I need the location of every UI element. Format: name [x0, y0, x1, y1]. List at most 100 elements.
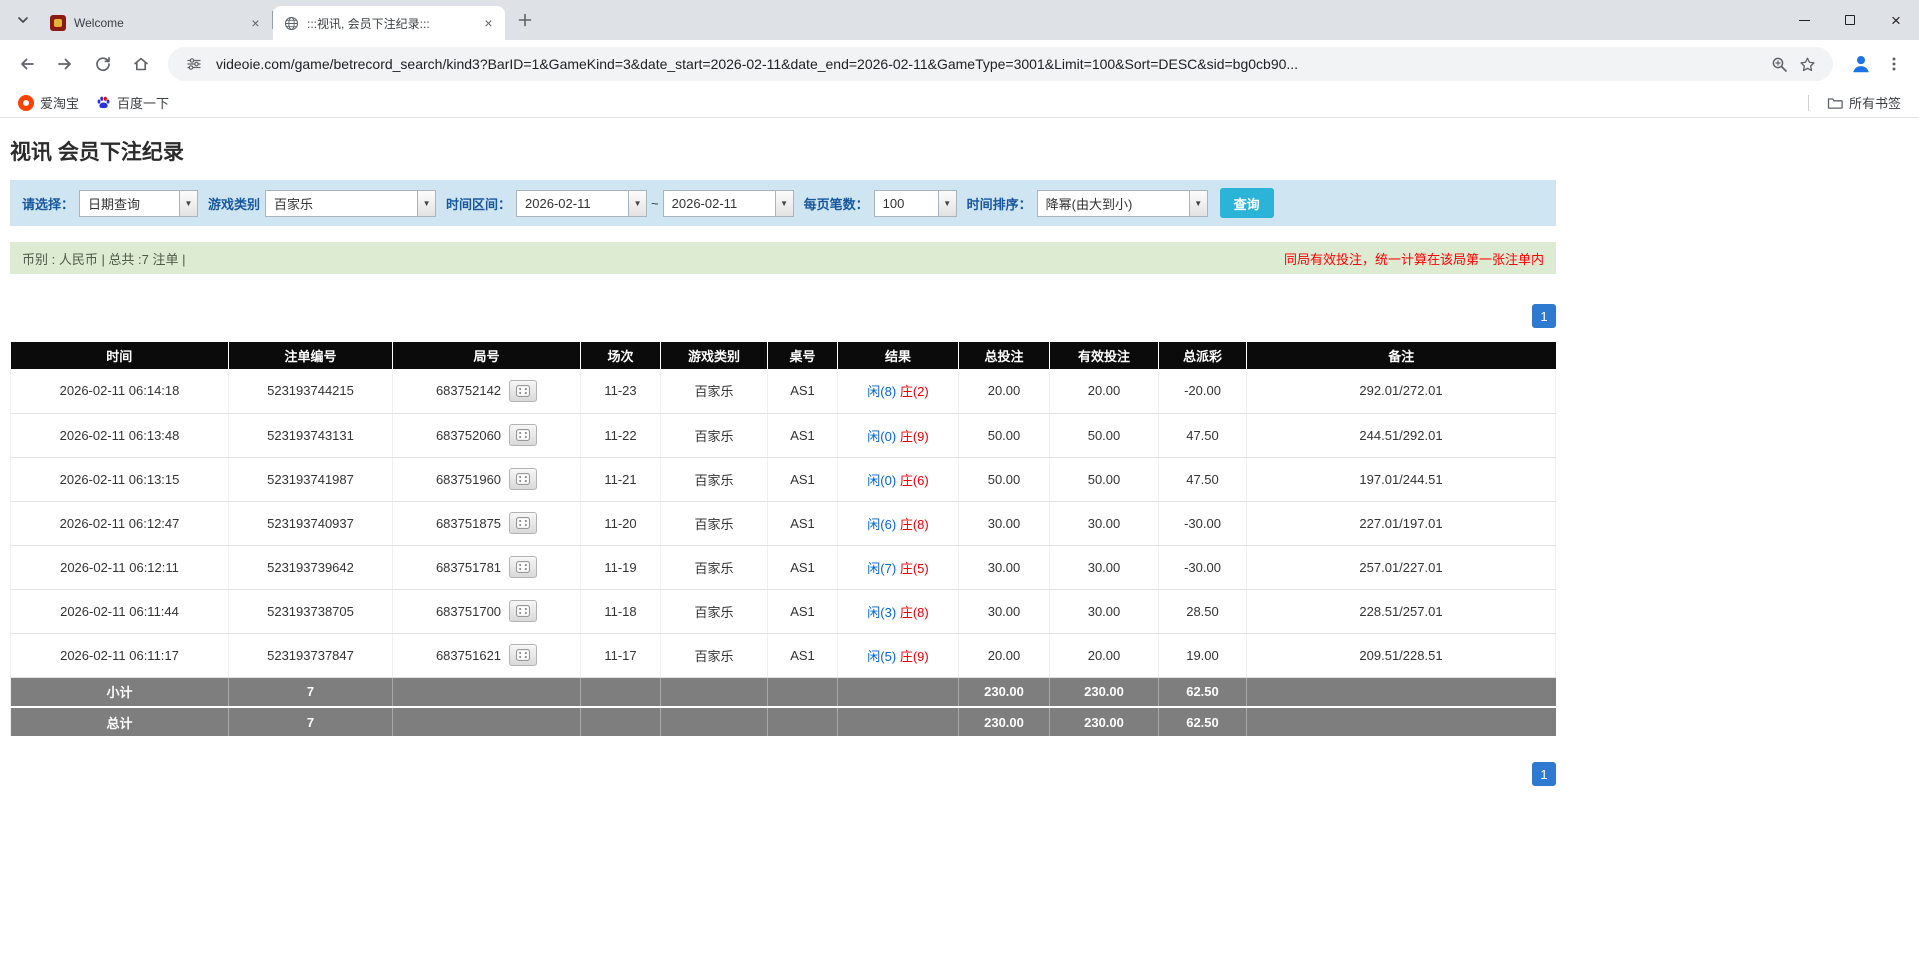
bet-records-table: 时间 注单编号 局号 场次 游戏类别 桌号 结果 总投注 有效投注 总派彩 备注… — [10, 342, 1556, 738]
round-detail-button[interactable] — [509, 512, 538, 534]
result-player: 闲(7) — [867, 560, 897, 576]
info-bar: 币别 : 人民币 | 总共 :7 注单 | 同局有效投注，统一计算在该局第一张注… — [10, 242, 1556, 274]
time-cell: 2026-02-11 06:11:17 — [10, 633, 229, 678]
chevron-down-icon[interactable]: ▼ — [1188, 189, 1208, 217]
tab-close-icon[interactable]: × — [247, 15, 264, 32]
round-cell: 683751781 — [392, 545, 581, 590]
sort-label: 时间排序： — [966, 196, 1032, 212]
result-cell: 闲(3) 庄(8) — [837, 589, 959, 634]
date-start-select[interactable]: 2026-02-11 ▼ — [516, 189, 648, 217]
bookmark-star-icon[interactable] — [1796, 53, 1818, 75]
round-detail-button[interactable] — [509, 424, 538, 446]
tab-betrecord[interactable]: :::视讯, 会员下注纪录::: × — [273, 6, 505, 40]
profile-avatar[interactable] — [1847, 50, 1875, 78]
tab-title: Welcome — [74, 16, 124, 30]
page-1-button[interactable]: 1 — [1532, 762, 1556, 786]
currency-summary: 币别 : 人民币 | 总共 :7 注单 | — [22, 251, 186, 267]
game-kind-value[interactable]: 百家乐 — [265, 189, 418, 217]
browser-menu-icon[interactable] — [1881, 51, 1907, 77]
bookmark-label: 百度一下 — [117, 96, 170, 111]
bet-id-cell: 523193738705 — [228, 589, 393, 634]
reload-icon[interactable] — [86, 47, 120, 81]
per-page-value[interactable]: 100 — [873, 189, 938, 217]
round-cell: 683751621 — [392, 633, 581, 678]
bookmark-taobao[interactable]: 爱淘宝 — [10, 90, 87, 115]
result-banker: 庄(8) — [899, 516, 929, 532]
page-1-button[interactable]: 1 — [1532, 304, 1556, 328]
per-page-select[interactable]: 100 ▼ — [873, 189, 957, 217]
chevron-down-icon[interactable]: ▼ — [628, 189, 648, 217]
time-cell: 2026-02-11 06:11:44 — [10, 589, 229, 634]
session-cell: 11-20 — [580, 501, 661, 546]
col-total-bet: 总投注 — [958, 342, 1050, 369]
sort-value[interactable]: 降幂(由大到小) — [1036, 189, 1189, 217]
valid-bet-notice: 同局有效投注，统一计算在该局第一张注单内 — [1283, 251, 1544, 267]
subtotal-row: 小计 7 230.00 230.00 62.50 — [10, 677, 1556, 708]
note-cell: 228.51/257.01 — [1246, 589, 1556, 634]
subtotal-count: 7 — [228, 677, 393, 708]
subtotal-valid-bet: 230.00 — [1049, 677, 1159, 708]
game-kind-cell: 百家乐 — [660, 589, 768, 634]
all-bookmarks-button[interactable]: 所有书签 — [1819, 90, 1909, 115]
page-content: 视讯 会员下注纪录 请选择： 日期查询 ▼ 游戏类别 百家乐 ▼ 时间区间： 2… — [0, 118, 1919, 786]
chevron-down-icon[interactable]: ▼ — [179, 189, 199, 217]
session-cell: 11-17 — [580, 633, 661, 678]
tab-title: :::视讯, 会员下注纪录::: — [307, 16, 430, 31]
game-kind-cell: 百家乐 — [660, 369, 768, 414]
total-bet-cell: 50.00 — [958, 457, 1050, 502]
url-text[interactable]: videoie.com/game/betrecord_search/kind3?… — [216, 56, 1757, 72]
chevron-down-icon[interactable]: ▼ — [417, 189, 437, 217]
home-icon[interactable] — [124, 47, 158, 81]
welcome-tab-favicon-icon — [50, 15, 66, 31]
empty-cell — [837, 677, 959, 708]
sort-select[interactable]: 降幂(由大到小) ▼ — [1036, 189, 1208, 217]
address-bar[interactable]: videoie.com/game/betrecord_search/kind3?… — [168, 47, 1833, 81]
valid-bet-cell: 30.00 — [1049, 501, 1159, 546]
table-cell: AS1 — [767, 633, 838, 678]
payout-cell: -30.00 — [1158, 501, 1247, 546]
tab-close-icon[interactable]: × — [480, 15, 497, 32]
date-range-label: 时间区间： — [446, 196, 512, 212]
game-kind-select[interactable]: 百家乐 ▼ — [265, 189, 437, 217]
bookmark-baidu[interactable]: 百度一下 — [87, 90, 177, 115]
zoom-icon[interactable] — [1768, 53, 1790, 75]
session-cell: 11-19 — [580, 545, 661, 590]
folder-icon — [1827, 95, 1843, 111]
session-cell: 11-21 — [580, 457, 661, 502]
table-cell: AS1 — [767, 545, 838, 590]
round-number: 683751700 — [435, 603, 502, 619]
round-number: 683751781 — [435, 559, 502, 575]
site-settings-icon[interactable] — [183, 53, 205, 75]
round-detail-button[interactable] — [509, 379, 538, 402]
round-detail-button[interactable] — [509, 600, 538, 622]
result-player: 闲(3) — [867, 604, 897, 620]
tab-search-chevron-icon[interactable] — [10, 7, 36, 33]
round-detail-button[interactable] — [509, 644, 538, 666]
globe-favicon-icon — [283, 15, 299, 31]
time-cell: 2026-02-11 06:13:15 — [10, 457, 229, 502]
bets-table-body: 2026-02-11 06:14:18 523193744215 6837521… — [10, 369, 1556, 678]
round-detail-button[interactable] — [509, 556, 538, 578]
col-payout: 总派彩 — [1158, 342, 1247, 369]
tab-welcome[interactable]: Welcome × — [40, 6, 272, 40]
chevron-down-icon[interactable]: ▼ — [937, 189, 957, 217]
query-type-value[interactable]: 日期查询 — [79, 189, 180, 217]
query-type-select[interactable]: 日期查询 ▼ — [79, 189, 199, 217]
back-icon[interactable] — [10, 47, 44, 81]
maximize-button[interactable] — [1827, 0, 1873, 40]
date-end-select[interactable]: 2026-02-11 ▼ — [662, 189, 794, 217]
new-tab-button[interactable] — [511, 6, 539, 34]
forward-icon[interactable] — [48, 47, 82, 81]
round-number: 683752060 — [435, 427, 502, 443]
search-button[interactable]: 查询 — [1219, 188, 1274, 218]
bookmarks-bar: 爱淘宝 百度一下 所有书签 — [0, 88, 1919, 118]
date-start-value[interactable]: 2026-02-11 — [516, 189, 629, 217]
total-valid-bet: 230.00 — [1049, 707, 1159, 738]
chevron-down-icon[interactable]: ▼ — [774, 189, 794, 217]
date-end-value[interactable]: 2026-02-11 — [662, 189, 775, 217]
total-bet-cell: 20.00 — [958, 633, 1050, 678]
payout-cell: 19.00 — [1158, 633, 1247, 678]
round-detail-button[interactable] — [509, 468, 538, 490]
minimize-button[interactable] — [1781, 0, 1827, 40]
close-window-button[interactable]: × — [1873, 0, 1919, 40]
